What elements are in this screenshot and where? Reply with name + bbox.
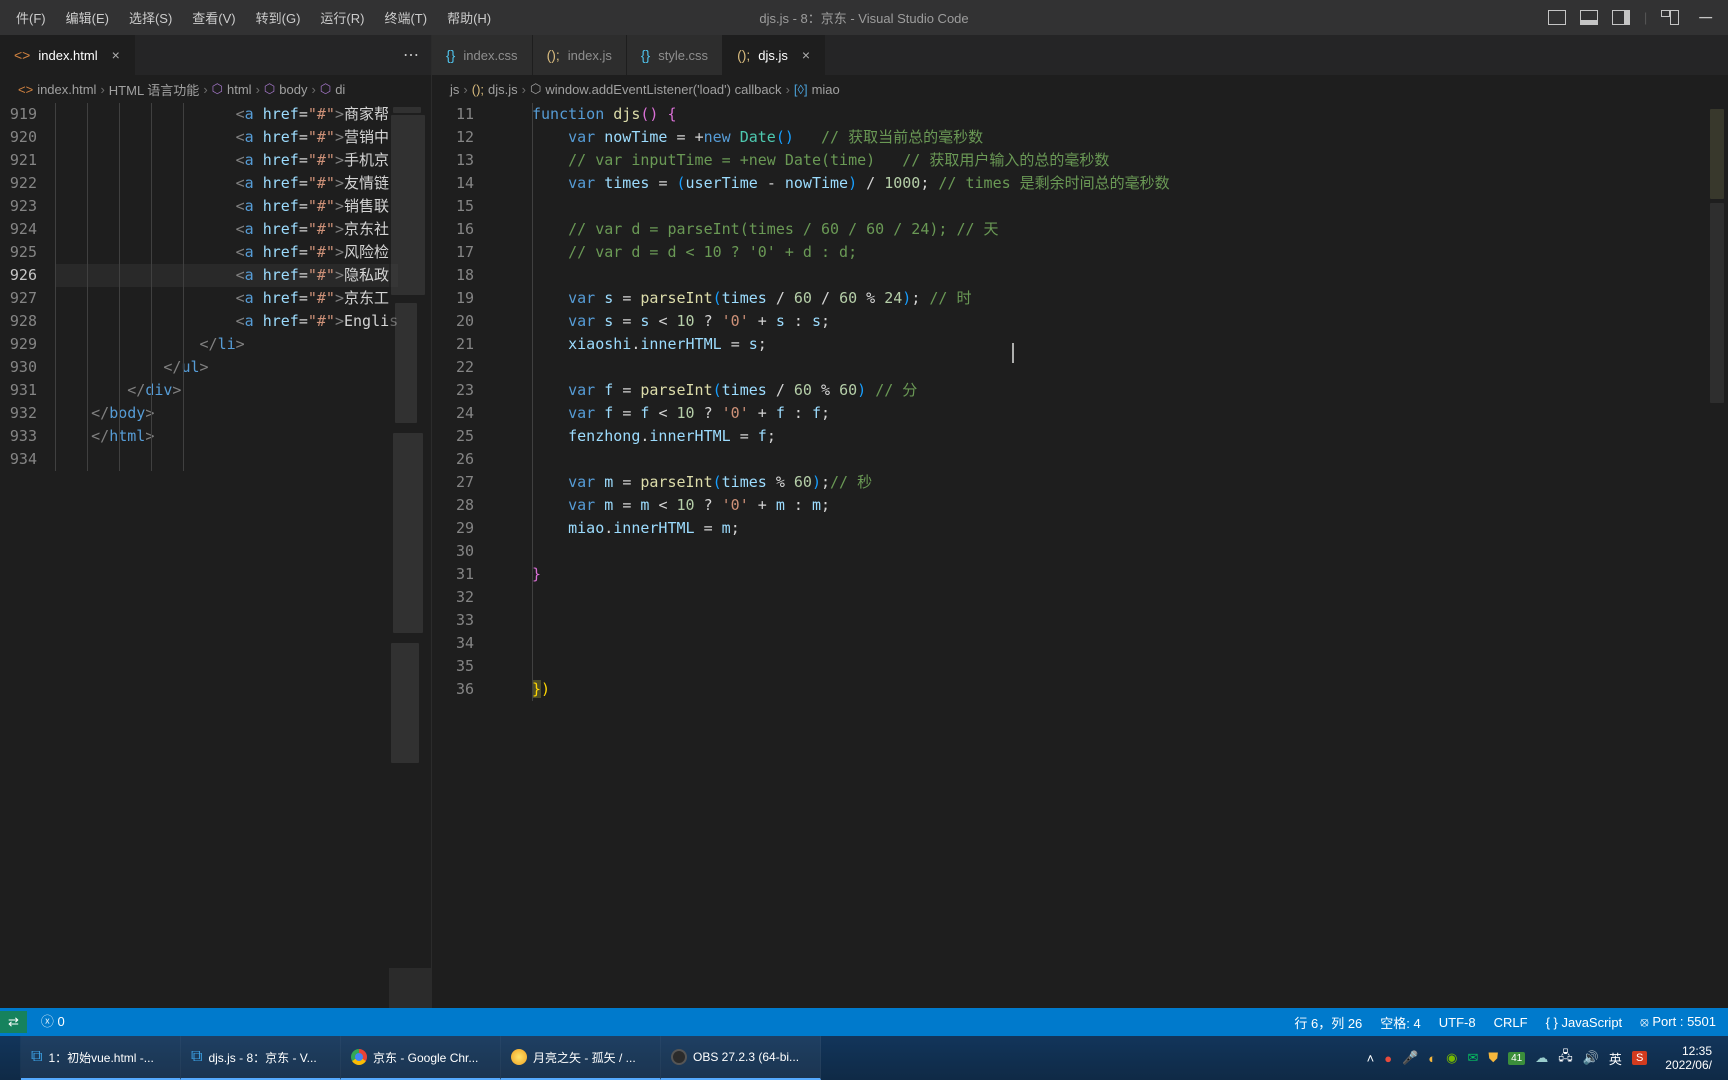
customize-layout-icon[interactable] [1661,10,1679,25]
lightbulb-icon[interactable]: ◐ [1428,1051,1436,1066]
panel-right-icon[interactable] [1612,10,1630,25]
menu-terminal[interactable]: 终端(T) [374,4,437,31]
menu-run[interactable]: 运行(R) [310,4,374,31]
breadcrumb-right[interactable]: js › (); djs.js › ⬡ window.addEventListe… [432,75,1728,103]
js-file-icon: (); [547,47,560,63]
close-icon[interactable]: × [802,47,810,63]
status-liveserver[interactable]: ⦻ Port : 5501 [1640,1014,1716,1030]
onedrive-icon[interactable]: ☁ [1535,1050,1548,1066]
system-tray: ˄ ● 🎤 ◐ ◉ ✉ ⛊ 41 ☁ 🖧 🔊 英 S 12:35 2022/06… [1367,1044,1728,1072]
ime-lang[interactable]: 英 [1609,1049,1622,1068]
windows-taskbar: ⧉ 1：初始vue.html -... ⧉ djs.js - 8：京东 - V.… [0,1036,1728,1080]
status-lang[interactable]: { } JavaScript [1546,1015,1623,1030]
mic-mute-icon[interactable]: 🎤 [1402,1050,1418,1066]
layout-controls: | ─ [1548,7,1718,28]
tab-djs-js[interactable]: (); djs.js × [723,35,825,75]
status-eol[interactable]: CRLF [1494,1015,1528,1030]
status-encoding[interactable]: UTF-8 [1439,1015,1476,1030]
right-tabs: {} index.css (); index.js {} style.css (… [432,35,1728,75]
obs-icon [671,1049,687,1065]
left-tabs: <> index.html × ⋯ [0,35,431,75]
tab-index-html[interactable]: <> index.html × [0,35,135,75]
html-file-icon: <> [18,82,33,97]
menu-view[interactable]: 查看(V) [182,4,245,31]
start-button[interactable] [0,1036,21,1080]
method-icon: ⬡ [530,81,541,97]
cube-icon: ⬡ [320,81,331,97]
sound-icon[interactable]: 🔊 [1583,1050,1599,1066]
panel-left-icon[interactable] [1548,10,1566,25]
tray-badge[interactable]: 41 [1508,1052,1525,1065]
minimap-left[interactable] [389,103,431,1008]
status-bar: ⇄ ⓧ 0 行 6，列 26 空格: 4 UTF-8 CRLF { } Java… [0,1008,1728,1036]
remote-icon[interactable]: ⇄ [0,1011,27,1033]
close-icon[interactable]: × [112,47,120,63]
menu-goto[interactable]: 转到(G) [246,4,311,31]
menu-select[interactable]: 选择(S) [119,4,182,31]
text-cursor [1012,343,1014,363]
cube-icon: ⬡ [212,81,223,97]
taskbar-app-5[interactable]: OBS 27.2.3 (64-bi... [661,1036,821,1080]
tab-style-css[interactable]: {} style.css [627,35,723,75]
sogou-ime-icon[interactable]: S [1632,1051,1647,1065]
taskbar-app-1[interactable]: ⧉ 1：初始vue.html -... [21,1036,181,1080]
vscode-icon: ⧉ [191,1048,202,1066]
taskbar-app-3[interactable]: 京东 - Google Chr... [341,1036,501,1080]
tab-label: index.html [38,48,97,63]
right-editor-group: {} index.css (); index.js {} style.css (… [432,35,1728,1008]
minimize-icon[interactable]: ─ [1693,7,1718,28]
editor-actions: ⋯ [403,35,431,75]
html-file-icon: <> [14,47,30,63]
music-icon [511,1049,527,1065]
panel-bottom-icon[interactable] [1580,10,1598,25]
right-editor[interactable]: 1112131415161718192021222324252627282930… [432,103,1728,1008]
js-file-icon: (); [472,82,484,97]
menu-edit[interactable]: 编辑(E) [56,4,119,31]
tray-up-icon[interactable]: ˄ [1367,1051,1375,1066]
css-file-icon: {} [641,47,650,63]
breadcrumb-left[interactable]: <> index.html › HTML 语言功能 › ⬡ html › ⬡ b… [0,75,431,103]
menu-bar: 件(F) 编辑(E) 选择(S) 查看(V) 转到(G) 运行(R) 终端(T)… [0,0,1728,35]
editor-split: <> index.html × ⋯ <> index.html › HTML 语… [0,35,1728,1008]
cube-icon: ⬡ [264,81,275,97]
css-file-icon: {} [446,47,455,63]
network-icon[interactable]: 🖧 [1558,1047,1573,1069]
variable-icon: [◊] [794,82,808,97]
status-cursor[interactable]: 行 6，列 26 [1294,1013,1362,1032]
mic-icon[interactable]: ● [1384,1051,1392,1066]
status-indent[interactable]: 空格: 4 [1380,1013,1420,1032]
minimap-right[interactable] [1708,103,1728,1008]
nvidia-icon[interactable]: ◉ [1446,1050,1457,1066]
taskbar-app-2[interactable]: ⧉ djs.js - 8：京东 - V... [181,1036,341,1080]
more-icon[interactable]: ⋯ [403,45,419,65]
menu-help[interactable]: 帮助(H) [437,4,501,31]
chrome-icon [351,1049,367,1065]
window-title: djs.js - 8：京东 - Visual Studio Code [759,8,968,27]
menu-file[interactable]: 件(F) [6,4,56,31]
vscode-icon: ⧉ [31,1048,42,1066]
js-file-icon: (); [737,47,750,63]
tab-index-css[interactable]: {} index.css [432,35,533,75]
left-editor-group: <> index.html × ⋯ <> index.html › HTML 语… [0,35,432,1008]
left-editor[interactable]: 9199209219229239249259269279289299309319… [0,103,431,1008]
shield-icon[interactable]: ⛊ [1488,1050,1498,1066]
taskbar-app-4[interactable]: 月亮之矢 - 孤矢 / ... [501,1036,661,1080]
tab-index-js[interactable]: (); index.js [533,35,627,75]
status-errors[interactable]: ⓧ 0 [41,1011,65,1033]
wechat-icon[interactable]: ✉ [1467,1050,1478,1066]
taskbar-clock[interactable]: 12:35 2022/06/ [1657,1044,1720,1072]
